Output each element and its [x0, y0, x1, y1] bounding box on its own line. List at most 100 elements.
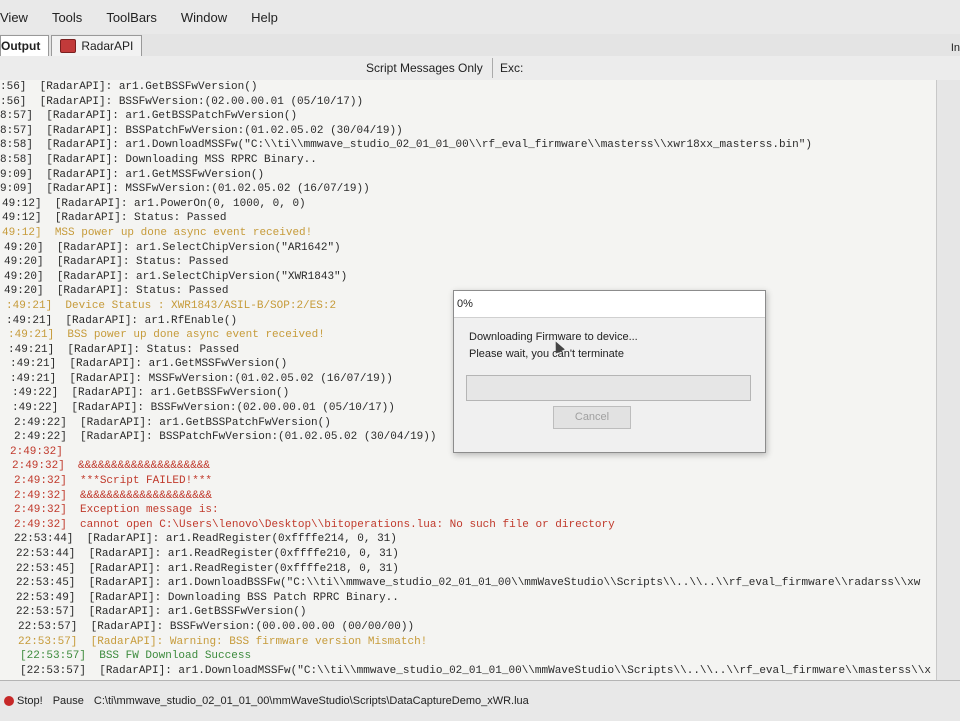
console-line: 49:12] MSS power up done async event rec…: [0, 226, 936, 241]
console-timestamp: 49:20]: [4, 241, 44, 254]
console-message: [RadarAPI]: ar1.GetBSSFwVersion(): [71, 387, 290, 400]
stop-icon[interactable]: [4, 696, 14, 706]
console-line: 49:20] [RadarAPI]: Status: Passed: [0, 255, 936, 270]
console-line: 2:49:32] Exception message is:: [0, 503, 936, 518]
filter-bar: Script Messages Only Exc:: [0, 56, 960, 81]
console-timestamp: 22:53:57]: [16, 606, 76, 619]
tab-output[interactable]: Output: [0, 35, 50, 56]
download-progress-bar: [466, 375, 751, 401]
console-timestamp: :49:21]: [6, 314, 53, 327]
console-message: [RadarAPI]: ar1.SelectChipVersion("AR164…: [56, 241, 341, 254]
menu-bar: View Tools ToolBars Window Help: [0, 0, 960, 35]
console-line: 2:49:32] &&&&&&&&&&&&&&&&&&&&: [0, 459, 936, 474]
dialog-title: 0%: [454, 291, 765, 318]
console-timestamp: 49:20]: [4, 270, 44, 283]
console-timestamp: 2:49:32]: [12, 460, 65, 473]
console-timestamp: 2:49:32]: [14, 489, 67, 502]
console-timestamp: :49:21]: [8, 343, 55, 356]
console-message: [RadarAPI]: ar1.ReadRegister(0xffffe214,…: [86, 533, 397, 546]
console-message: [RadarAPI]: BSSPatchFwVersion:(01.02.05.…: [46, 124, 403, 137]
console-timestamp: :56]: [0, 81, 27, 93]
console-message: [RadarAPI]: Status: Passed: [56, 256, 229, 269]
tab-radarapi-label: RadarAPI: [81, 39, 134, 53]
console-message: [RadarAPI]: ar1.RfEnable(): [65, 314, 238, 327]
console-timestamp: :49:21]: [6, 299, 53, 312]
console-message: [RadarAPI]: ar1.DownloadMSSFw("C:\\ti\\m…: [99, 664, 931, 677]
console-line: 22:53:49] [RadarAPI]: Downloading BSS Pa…: [0, 591, 936, 606]
console-message: [RadarAPI]: BSSFwVersion:(00.00.00.00 (0…: [90, 620, 415, 633]
console-line: [22:53:57] [RadarAPI]: ar1.DownloadMSSFw…: [0, 664, 936, 679]
console-line: 8:57] [RadarAPI]: BSSPatchFwVersion:(01.…: [0, 124, 936, 139]
exc-label: Exc:: [500, 61, 524, 75]
console-timestamp: 2:49:22]: [14, 431, 67, 444]
console-timestamp: 22:53:45]: [16, 562, 76, 575]
tab-output-label: Output: [1, 39, 41, 53]
console-message: &&&&&&&&&&&&&&&&&&&&: [78, 460, 211, 473]
console-line: 9:09] [RadarAPI]: ar1.GetMSSFwVersion(): [0, 168, 936, 183]
menu-view[interactable]: View: [0, 10, 40, 25]
console-timestamp: 22:53:57]: [18, 620, 78, 633]
console-line: 2:49:32] cannot open C:\Users\lenovo\Des…: [0, 518, 936, 533]
console-message: [RadarAPI]: MSSFwVersion:(01.02.05.02 (1…: [69, 372, 393, 385]
console-line: 2:49:32] &&&&&&&&&&&&&&&&&&&&: [0, 489, 936, 504]
console-message: [RadarAPI]: ar1.GetBSSFwVersion(): [39, 81, 258, 93]
console-timestamp: 2:49:32]: [10, 445, 63, 458]
console-message: &&&&&&&&&&&&&&&&&&&&: [80, 489, 213, 502]
console-message: [RadarAPI]: ar1.SelectChipVersion("XWR18…: [56, 270, 348, 283]
console-message: Device Status : XWR1843/ASIL-B/SOP:2/ES:…: [65, 299, 337, 312]
console-message: [RadarAPI]: ar1.ReadRegister(0xffffe210,…: [88, 548, 399, 560]
tab-radarapi[interactable]: RadarAPI: [51, 35, 143, 56]
console-message: [RadarAPI]: ar1.GetBSSFwVersion(): [88, 606, 307, 619]
console-scrollbar[interactable]: [936, 80, 960, 680]
console-timestamp: 2:49:32]: [14, 518, 67, 531]
console-line: 22:53:44] [RadarAPI]: ar1.ReadRegister(0…: [0, 532, 936, 547]
console-message: [RadarAPI]: MSSFwVersion:(01.02.05.02 (1…: [46, 183, 370, 196]
filter-script-messages[interactable]: Script Messages Only: [366, 61, 483, 75]
script-path: C:\ti\mmwave_studio_02_01_01_00\mmWaveSt…: [93, 695, 529, 707]
console-timestamp: 22:53:49]: [16, 591, 76, 604]
console-message: [RadarAPI]: Status: Passed: [56, 285, 229, 298]
console-line: 22:53:57] [RadarAPI]: ar1.GetBSSFwVersio…: [0, 605, 936, 620]
console-timestamp: 8:57]: [0, 124, 34, 137]
menu-tools[interactable]: Tools: [40, 10, 94, 25]
console-message: [RadarAPI]: ar1.GetMSSFwVersion(): [69, 358, 288, 371]
console-line: 49:20] [RadarAPI]: ar1.SelectChipVersion…: [0, 270, 936, 285]
console-timestamp: :56]: [0, 95, 27, 108]
stop-button[interactable]: Stop!: [17, 695, 43, 707]
console-timestamp: 9:09]: [0, 168, 34, 181]
console-message: [RadarAPI]: ar1.GetMSSFwVersion(): [46, 168, 265, 181]
console-message: [RadarAPI]: Status: Passed: [67, 343, 240, 356]
console-message: [RadarAPI]: ar1.GetBSSPatchFwVersion(): [46, 110, 298, 123]
console-message: BSS FW Download Success: [99, 650, 252, 663]
console-message: [RadarAPI]: Status: Passed: [54, 212, 227, 225]
menu-window[interactable]: Window: [169, 10, 239, 25]
console-timestamp: [22:53:57]: [20, 650, 87, 663]
console-line: 22:53:57] [RadarAPI]: BSSFwVersion:(00.0…: [0, 620, 936, 635]
filter-separator: [492, 58, 493, 78]
console-message: [RadarAPI]: Downloading BSS Patch RPRC B…: [88, 591, 399, 604]
console-timestamp: 8:58]: [0, 153, 34, 166]
pause-button[interactable]: Pause: [53, 695, 84, 707]
console-timestamp: 22:53:44]: [14, 533, 74, 546]
console-line: :56] [RadarAPI]: BSSFwVersion:(02.00.00.…: [0, 95, 936, 110]
console-timestamp: 8:58]: [0, 139, 34, 152]
console-line: 8:58] [RadarAPI]: Downloading MSS RPRC B…: [0, 153, 936, 168]
tab-bar: Output RadarAPI In: [0, 34, 960, 57]
console-timestamp: :49:21]: [10, 358, 57, 371]
console-line: 22:53:45] [RadarAPI]: ar1.DownloadBSSFw(…: [0, 576, 936, 591]
console-line: 49:12] [RadarAPI]: ar1.PowerOn(0, 1000, …: [0, 197, 936, 212]
console-timestamp: :49:21]: [8, 329, 55, 342]
menu-toolbars[interactable]: ToolBars: [94, 10, 169, 25]
dialog-message-wait: Please wait, you can't terminate: [469, 348, 624, 360]
console-message: [RadarAPI]: Warning: BSS firmware versio…: [90, 635, 428, 648]
console-timestamp: 9:09]: [0, 183, 34, 196]
console-message: [RadarAPI]: ar1.PowerOn(0, 1000, 0, 0): [54, 197, 306, 210]
console-line: 49:12] [RadarAPI]: Status: Passed: [0, 211, 936, 226]
console-message: Exception message is:: [80, 504, 219, 517]
console-message: [RadarAPI]: BSSPatchFwVersion:(01.02.05.…: [80, 431, 437, 444]
menu-help[interactable]: Help: [239, 10, 290, 25]
console-timestamp: [22:53:57]: [20, 664, 87, 677]
cancel-button[interactable]: Cancel: [553, 406, 631, 429]
console-message: BSS power up done async event received!: [67, 329, 325, 342]
console-line: 22:53:45] [RadarAPI]: ar1.ReadRegister(0…: [0, 562, 936, 577]
